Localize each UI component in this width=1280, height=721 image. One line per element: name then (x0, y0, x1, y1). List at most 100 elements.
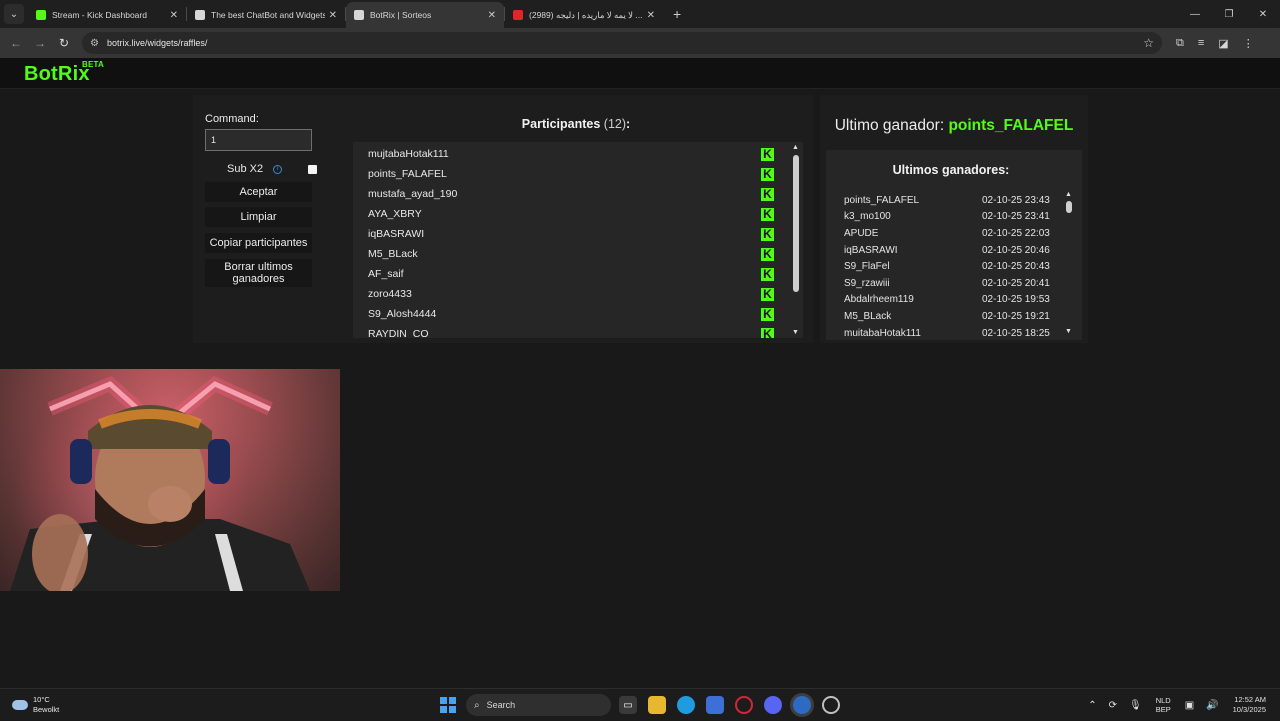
winners-scroll-thumb[interactable] (1066, 201, 1072, 213)
tab-close-icon[interactable]: ✕ (647, 10, 655, 21)
discord-icon[interactable] (764, 696, 782, 714)
tab-close-icon[interactable]: ✕ (170, 10, 178, 21)
command-label: Command: (205, 113, 259, 125)
winner-name: Abdalrheem119 (844, 294, 914, 306)
store-icon[interactable] (706, 696, 724, 714)
new-tab-button[interactable]: + (673, 6, 681, 22)
kick-platform-icon: K (761, 247, 774, 261)
scroll-up-arrow[interactable]: ▲ (792, 144, 799, 151)
participants-list[interactable]: mujtabaHotak111 Kpoints_FALAFEL Kmustafa_a… (353, 142, 803, 338)
network-icon[interactable]: ▣ (1185, 700, 1194, 711)
language-indicator[interactable]: NLD BEP (1156, 696, 1171, 714)
edge-icon[interactable] (677, 696, 695, 714)
participants-scrollbar[interactable]: ▲ ▼ (789, 142, 803, 338)
system-tray: ⌃ ⟳ 🎙 NLD BEP ▣ 🔊 12:52 AM 10/3/2025 (1082, 689, 1280, 721)
participants-count: (12) (603, 117, 627, 131)
restore-button[interactable]: ❐ (1212, 9, 1246, 20)
last-winner-name: points_FALAFEL (948, 117, 1074, 134)
tab-close-icon[interactable]: ✕ (488, 10, 496, 21)
task-view-icon[interactable]: ▭ (619, 696, 637, 714)
tab-close-icon[interactable]: ✕ (329, 10, 337, 21)
obs-icon[interactable] (822, 696, 840, 714)
winners-panel: Ultimo ganador: points_FALAFEL Ultimos g… (820, 95, 1088, 343)
winner-row: S9_FlaFel 02-10-25 20:43 (826, 258, 1082, 275)
browser-tab[interactable]: لا يمه لا ماريده | دليجه (2989) ... ✕ (505, 2, 663, 28)
winner-name: M5_BLack (844, 310, 892, 322)
participant-row: points_FALAFEL K (353, 164, 803, 184)
browser-tab[interactable]: BotRix | Sorteos ✕ (346, 2, 504, 28)
media-controls-icon[interactable]: ≡ (1198, 37, 1204, 50)
winner-name: S9_FlaFel (844, 261, 890, 273)
participant-name: RAYDIN_CO (368, 328, 429, 338)
taskbar-search[interactable]: ⌕ Search (466, 694, 611, 716)
winner-row: S9_rzawiii 02-10-25 20:41 (826, 275, 1082, 292)
clock[interactable]: 12:52 AM 10/3/2025 (1233, 695, 1266, 715)
tray-overflow-icon[interactable]: ⌃ (1088, 700, 1096, 711)
tab-title: لا يمه لا ماريده | دليجه (2989) ... (529, 9, 643, 20)
copy-participants-button[interactable]: Copiar participantes (205, 233, 312, 253)
winner-date: 02-10-25 23:41 (982, 211, 1050, 223)
site-info-icon[interactable]: ⚙ (90, 38, 99, 49)
winners-scroll-down-arrow[interactable]: ▼ (1065, 328, 1072, 335)
winner-date: 02-10-25 23:43 (982, 194, 1050, 206)
kick-platform-icon: K (761, 207, 774, 221)
close-window-button[interactable]: ✕ (1246, 9, 1280, 20)
winner-name: k3_mo100 (844, 211, 891, 223)
last-winner-heading: Ultimo ganador: points_FALAFEL (834, 117, 1074, 134)
participant-name: AF_saif (368, 268, 404, 280)
more-menu-icon[interactable]: ⋮ (1243, 37, 1254, 50)
participant-name: AYA_XBRY (368, 208, 422, 220)
winner-date: 02-10-25 20:43 (982, 261, 1050, 273)
bookmark-star-icon[interactable]: ☆ (1143, 36, 1154, 50)
winner-row: Abdalrheem119 02-10-25 19:53 (826, 292, 1082, 309)
url-bar[interactable]: ⚙ botrix.live/widgets/raffles/ ☆ (82, 32, 1162, 54)
browser-tab[interactable]: The best ChatBot and Widgets ✕ (187, 2, 345, 28)
kick-platform-icon: K (761, 307, 774, 321)
tab-favicon-icon (195, 10, 205, 20)
opera-icon[interactable] (735, 696, 753, 714)
participant-name: zoro4433 (368, 288, 412, 300)
browser-tab[interactable]: Stream - Kick Dashboard ✕ (28, 2, 186, 28)
extensions-icon[interactable]: ⧉ (1176, 37, 1184, 50)
file-explorer-icon[interactable] (648, 696, 666, 714)
winners-scrollbar[interactable]: ▲ ▼ (1062, 192, 1076, 336)
winner-row: APUDE 02-10-25 22:03 (826, 225, 1082, 242)
kick-platform-icon: K (761, 167, 774, 181)
profile-icon[interactable]: ◪ (1218, 37, 1228, 50)
clear-button[interactable]: Limpiar (205, 207, 312, 227)
weather-desc: Bewolkt (33, 705, 60, 714)
weather-widget[interactable]: 10°C Bewolkt (12, 695, 59, 715)
forward-button[interactable]: → (28, 36, 52, 50)
start-button[interactable] (440, 697, 456, 713)
winner-name: mujtabaHotak111 (844, 327, 921, 336)
volume-icon[interactable]: 🔊 (1206, 700, 1218, 711)
participant-row: S9_Alosh4444 K (353, 304, 803, 324)
tab-strip: ⌄ Stream - Kick Dashboard ✕ The best ChatB… (0, 0, 1280, 28)
sync-icon[interactable]: ⟳ (1109, 700, 1117, 711)
accept-button[interactable]: Aceptar (205, 182, 312, 202)
command-input[interactable] (205, 129, 312, 151)
tab-search-button[interactable]: ⌄ (4, 4, 24, 24)
microphone-icon[interactable]: 🎙 (1129, 700, 1142, 711)
address-bar-row: ← → ↻ ⚙ botrix.live/widgets/raffles/ ☆ ⧉… (0, 28, 1280, 58)
back-button[interactable]: ← (4, 36, 28, 50)
kick-platform-icon: K (761, 227, 774, 241)
participant-row: AF_saif K (353, 264, 803, 284)
winner-row: mujtabaHotak111 02-10-25 18:25 (826, 325, 1082, 336)
winners-scroll-up-arrow[interactable]: ▲ (1065, 192, 1072, 198)
minimize-button[interactable]: — (1178, 9, 1212, 20)
winner-name: APUDE (844, 227, 879, 239)
recent-winners-list[interactable]: points_FALAFEL 02-10-25 23:43 k3_mo100 02-1… (826, 192, 1082, 336)
scroll-thumb[interactable] (793, 155, 799, 292)
tab-favicon-icon (513, 10, 523, 20)
sub-x2-label: Sub X2 (227, 163, 264, 175)
info-icon[interactable]: i (273, 164, 283, 174)
clear-winners-button[interactable]: Borrar ultimos ganadores (205, 259, 312, 287)
scroll-down-arrow[interactable]: ▼ (792, 329, 799, 336)
winner-row: k3_mo100 02-10-25 23:41 (826, 209, 1082, 226)
kick-platform-icon: K (761, 267, 774, 281)
sub-x2-checkbox[interactable] (308, 164, 317, 174)
botrix-logo[interactable]: BotRix BETA (24, 60, 104, 86)
reload-button[interactable]: ↻ (52, 36, 76, 50)
chrome-icon[interactable] (793, 696, 811, 714)
